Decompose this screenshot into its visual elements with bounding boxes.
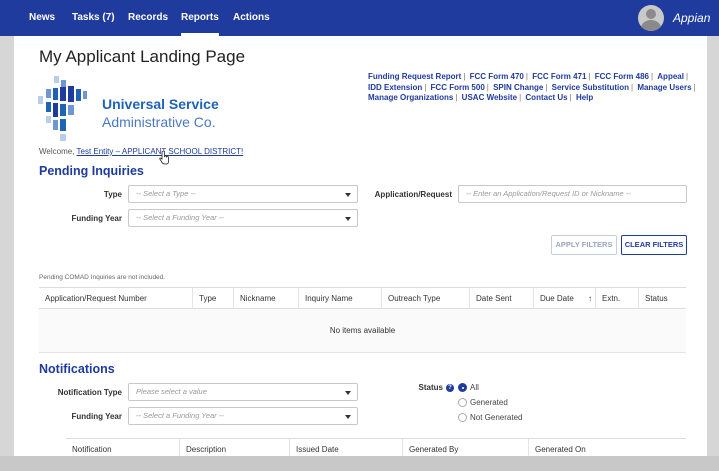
quick-links: Funding Request Report | FCC Form 470 | FC… (368, 72, 700, 104)
notification-funding-year-placeholder: -- Select a Funding Year -- (136, 411, 224, 420)
quick-link-separator: | (525, 72, 528, 81)
nav-tasks[interactable]: Tasks (7) (72, 0, 115, 36)
usac-logo-icon (38, 76, 87, 141)
status-not-generated-radio[interactable] (458, 413, 467, 422)
chevron-down-icon (345, 415, 351, 419)
status-not-generated-label: Not Generated (470, 413, 523, 422)
col-notification[interactable]: Notification (66, 439, 179, 456)
avatar-head-icon (646, 9, 656, 19)
quick-link-manage-users[interactable]: Manage Users (637, 83, 691, 92)
col-issued-date[interactable]: Issued Date (289, 439, 402, 456)
logo-line-2: Administrative Co. (102, 114, 216, 130)
quick-link-separator: | (650, 72, 654, 81)
clear-filters-button[interactable]: CLEAR FILTERS (621, 235, 687, 255)
col-due-date[interactable]: Due Date ↑ (533, 288, 595, 310)
col-type[interactable]: Type (192, 288, 233, 310)
hand-cursor-icon (159, 151, 169, 165)
due-date-label: Due Date (540, 294, 574, 303)
quick-link-fcc-form-471[interactable]: FCC Form 471 (532, 72, 586, 81)
status-all-radio[interactable] (458, 383, 467, 392)
col-description[interactable]: Description (179, 439, 289, 456)
notification-type-placeholder: Please select a value (136, 387, 207, 396)
status-label: Status? (370, 383, 454, 392)
col-nickname[interactable]: Nickname (233, 288, 298, 310)
notification-funding-year-select[interactable]: -- Select a Funding Year -- (128, 407, 358, 425)
nav-actions[interactable]: Actions (233, 0, 270, 36)
status-all-label: All (470, 383, 479, 392)
quick-link-contact-us[interactable]: Contact Us (525, 93, 567, 102)
quick-link-separator: | (486, 82, 489, 92)
pending-table-empty-row: No items available (39, 309, 686, 353)
quick-link-usac-website[interactable]: USAC Website (462, 93, 517, 102)
help-icon[interactable]: ? (446, 384, 454, 392)
pending-inquiries-title: Pending Inquiries (39, 164, 144, 178)
funding-year-label: Funding Year (71, 214, 122, 223)
notification-type-label: Notification Type (57, 388, 122, 397)
col-application-request-number[interactable]: Application/Request Number (39, 288, 192, 310)
sort-ascending-icon: ↑ (588, 294, 593, 303)
avatar-body-icon (641, 20, 661, 31)
quick-link-separator: | (519, 93, 522, 103)
bottom-scroll-area (0, 456, 719, 471)
quick-link-spin-change[interactable]: SPIN Change (493, 83, 543, 92)
notifications-title: Notifications (39, 362, 115, 376)
col-date-sent[interactable]: Date Sent (469, 288, 533, 310)
chevron-down-icon (345, 391, 351, 395)
col-generated-by[interactable]: Generated By (402, 439, 528, 456)
type-label: Type (103, 190, 122, 199)
page-title: My Applicant Landing Page (39, 47, 246, 66)
funding-year-select[interactable]: -- Select a Funding Year -- (128, 209, 358, 227)
quick-link-separator: | (685, 72, 689, 81)
col-generated-on[interactable]: Generated On (528, 439, 686, 456)
quick-link-separator: | (545, 82, 548, 92)
quick-link-fcc-form-470[interactable]: FCC Form 470 (470, 72, 524, 81)
quick-link-fcc-form-486[interactable]: FCC Form 486 (595, 72, 649, 81)
main-panel: My Applicant Landing Page Universal Serv… (14, 36, 707, 456)
chevron-down-icon (345, 193, 351, 197)
status-generated-label: Generated (470, 398, 508, 407)
comad-note: Pending COMAD Inquiries are not included… (39, 274, 166, 281)
quick-link-separator: | (569, 93, 572, 103)
chevron-down-icon (345, 217, 351, 221)
quick-link-separator: | (463, 72, 466, 81)
welcome-prefix: Welcome, (39, 147, 75, 156)
col-status[interactable]: Status (638, 288, 686, 310)
quick-link-manage-organizations[interactable]: Manage Organizations (368, 93, 453, 102)
quick-link-separator: | (588, 72, 591, 81)
pending-table-header: Application/Request Number Type Nickname… (39, 287, 686, 310)
appian-brand-logo: Appian (673, 11, 711, 25)
notifications-table-header: Notification Description Issued Date Gen… (66, 438, 686, 456)
quick-link-appeal[interactable]: Appeal (657, 72, 684, 81)
logo-line-1: Universal Service (102, 96, 219, 112)
notification-funding-year-label: Funding Year (71, 412, 122, 421)
col-inquiry-name[interactable]: Inquiry Name (298, 288, 381, 310)
nav-news[interactable]: News (29, 0, 55, 36)
col-extension[interactable]: Extn. (595, 288, 638, 310)
quick-link-separator: | (693, 82, 696, 92)
top-navigation-bar: News Tasks (7) Records Reports Actions A… (0, 0, 719, 36)
type-select-placeholder: -- Select a Type -- (136, 189, 196, 198)
quick-link-funding-request-report[interactable]: Funding Request Report (368, 72, 461, 81)
apply-filters-button[interactable]: APPLY FILTERS (551, 235, 617, 255)
notification-type-select[interactable]: Please select a value (128, 383, 358, 401)
status-label-text: Status (418, 383, 443, 392)
quick-link-separator: | (631, 82, 634, 92)
type-select[interactable]: -- Select a Type -- (128, 185, 358, 203)
application-request-input[interactable]: -- Enter an Application/Request ID or Ni… (458, 185, 687, 203)
quick-link-separator: | (455, 93, 458, 103)
application-request-label: Application/Request (374, 190, 452, 199)
quick-link-service-substitution[interactable]: Service Substitution (552, 83, 629, 92)
funding-year-select-placeholder: -- Select a Funding Year -- (136, 213, 224, 222)
welcome-message: Welcome, Test Entity – APPLICANT SCHOOL … (39, 147, 243, 156)
quick-link-idd-extension[interactable]: IDD Extension (368, 83, 422, 92)
status-generated-radio[interactable] (458, 398, 467, 407)
quick-link-help[interactable]: Help (576, 93, 593, 102)
nav-records[interactable]: Records (128, 0, 168, 36)
quick-link-separator: | (424, 82, 427, 92)
user-avatar[interactable] (638, 5, 664, 31)
nav-reports[interactable]: Reports (181, 0, 219, 36)
col-outreach-type[interactable]: Outreach Type (381, 288, 469, 310)
quick-link-fcc-form-500[interactable]: FCC Form 500 (431, 83, 485, 92)
